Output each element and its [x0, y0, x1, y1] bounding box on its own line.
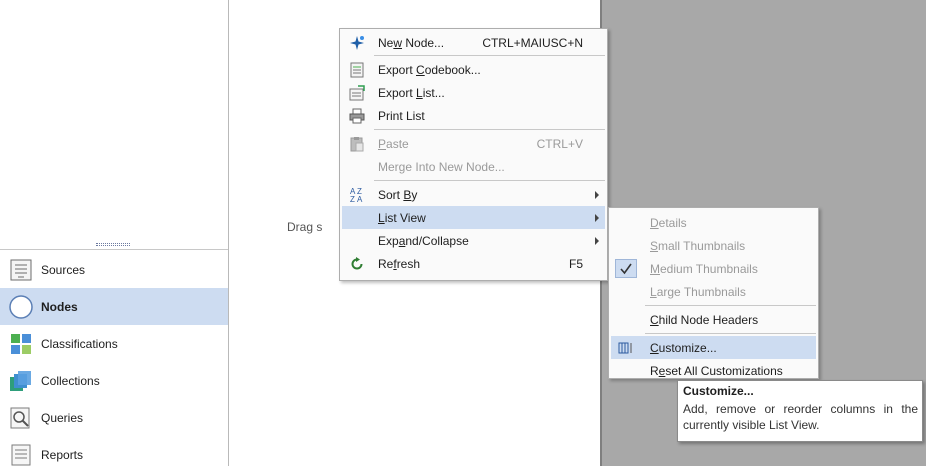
nav-item-nodes[interactable]: Nodes	[0, 288, 228, 325]
submenu-item-large-thumbnails[interactable]: Large Thumbnails	[611, 280, 816, 303]
shortcut-text: F5	[568, 256, 583, 271]
paste-icon	[348, 135, 366, 153]
nav-item-label: Queries	[41, 410, 84, 425]
nav-item-classifications[interactable]: Classifications	[0, 325, 228, 362]
reports-icon	[9, 443, 33, 467]
nav-item-collections[interactable]: Collections	[0, 362, 228, 399]
tooltip-title: Customize...	[683, 384, 754, 398]
submenu-arrow-icon	[595, 213, 599, 222]
list-view-submenu: Details Small Thumbnails Medium Thumbnai…	[608, 207, 819, 379]
menu-item-merge-into-new-node[interactable]: Merge Into New Node...	[342, 155, 605, 178]
refresh-icon	[348, 255, 366, 273]
shortcut-text: CTRL+MAIUSC+N	[482, 35, 583, 50]
menu-item-paste[interactable]: Paste CTRL+V	[342, 132, 605, 155]
submenu-item-customize[interactable]: Customize...	[611, 336, 816, 359]
context-menu: New Node... CTRL+MAIUSC+N Export Codeboo…	[339, 28, 608, 281]
tooltip-body: Add, remove or reorder columns in the cu…	[683, 402, 918, 432]
svg-text:Z: Z	[350, 195, 355, 203]
submenu-item-small-thumbnails[interactable]: Small Thumbnails	[611, 234, 816, 257]
shortcut-text: CTRL+V	[536, 136, 583, 151]
menu-separator	[374, 55, 605, 56]
classifications-icon	[9, 332, 33, 356]
drag-hint-text: Drag s	[287, 220, 323, 234]
menu-item-export-codebook[interactable]: Export Codebook...	[342, 58, 605, 81]
tooltip: Customize... Add, remove or reorder colu…	[677, 380, 923, 442]
submenu-arrow-icon	[595, 190, 599, 199]
pane-splitter[interactable]	[0, 240, 228, 250]
submenu-arrow-icon	[595, 236, 599, 245]
menu-separator	[645, 305, 816, 306]
nav-item-label: Sources	[41, 262, 86, 277]
print-list-icon	[348, 107, 366, 125]
nodes-icon	[9, 294, 33, 319]
nav-item-label: Classifications	[41, 336, 118, 351]
menu-item-new-node[interactable]: New Node... CTRL+MAIUSC+N	[342, 31, 605, 54]
customize-columns-icon	[615, 338, 637, 357]
submenu-item-details[interactable]: Details	[611, 211, 816, 234]
checkmark-icon	[615, 259, 637, 278]
export-list-icon	[348, 84, 366, 102]
submenu-item-medium-thumbnails[interactable]: Medium Thumbnails	[611, 257, 816, 280]
menu-separator	[374, 180, 605, 181]
submenu-item-child-node-headers[interactable]: Child Node Headers	[611, 308, 816, 331]
new-node-icon	[348, 34, 366, 52]
menu-item-sort-by[interactable]: AZZA Sort By	[342, 183, 605, 206]
collections-icon	[9, 369, 33, 393]
nav-item-label: Collections	[41, 373, 100, 388]
sources-icon	[9, 258, 33, 282]
nav-item-reports[interactable]: Reports	[0, 436, 228, 473]
export-codebook-icon	[348, 61, 366, 79]
splitter-grip[interactable]	[96, 243, 130, 246]
submenu-item-reset-all-customizations[interactable]: Reset All Customizations	[611, 359, 816, 382]
menu-separator	[374, 129, 605, 130]
menu-item-expand-collapse[interactable]: Expand/Collapse	[342, 229, 605, 252]
nav-item-sources[interactable]: Sources	[0, 251, 228, 288]
menu-item-print-list[interactable]: Print List	[342, 104, 605, 127]
svg-text:A: A	[357, 195, 363, 203]
menu-separator	[645, 333, 816, 334]
menu-item-refresh[interactable]: Refresh F5	[342, 252, 605, 275]
queries-icon	[9, 406, 33, 430]
sort-az-icon: AZZA	[348, 186, 366, 204]
navigation-pane: Sources Nodes Classifications Collection…	[0, 0, 229, 466]
nav-item-queries[interactable]: Queries	[0, 399, 228, 436]
menu-item-list-view[interactable]: List View	[342, 206, 605, 229]
menu-item-export-list[interactable]: Export List...	[342, 81, 605, 104]
nav-item-label: Nodes	[41, 299, 78, 314]
nav-item-label: Reports	[41, 447, 84, 462]
